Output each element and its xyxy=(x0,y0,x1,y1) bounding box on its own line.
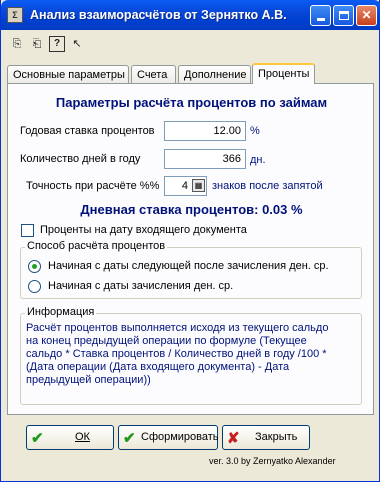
method-group-title: Способ расчёта процентов xyxy=(25,240,168,252)
info-line-3: сальдо * Ставка процентов / Количество д… xyxy=(26,348,327,360)
window-title: Анализ взаиморасчётов от Зернятко А.В. xyxy=(30,8,287,22)
panel-heading: Параметры расчёта процентов по займам xyxy=(55,95,328,110)
info-line-5: предыдущей операции)) xyxy=(26,374,151,386)
cross-icon: ✘ xyxy=(227,430,240,447)
days-in-year-label: Количество дней в году xyxy=(20,153,141,165)
precision-label: Точность при расчёте %% xyxy=(26,180,160,192)
interest-panel: Параметры расчёта процентов по займам Го… xyxy=(7,83,374,415)
info-line-2: на конец предыдущей операции по формуле … xyxy=(26,335,307,347)
method-option-next-day: Начиная с даты следующей после зачислени… xyxy=(48,260,329,272)
precision-picker-button[interactable]: ▦ xyxy=(192,179,205,192)
annual-rate-label: Годовая ставка процентов xyxy=(20,125,155,137)
checkmark-icon: ✔ xyxy=(123,430,136,447)
incoming-date-checkbox-label: Проценты на дату входящего документа xyxy=(40,224,247,236)
close-button[interactable]: ✘ Закрыть xyxy=(222,425,310,450)
version-label: ver. 3.0 by Zernyatko Alexander xyxy=(209,456,336,466)
load-settings-icon[interactable]: ⎘ xyxy=(9,36,25,52)
minimize-button[interactable] xyxy=(310,5,331,26)
tab-main-params[interactable]: Основные параметры xyxy=(7,65,129,83)
info-line-1: Расчёт процентов выполняется исходя из т… xyxy=(26,322,329,334)
main-window: Σ Анализ взаиморасчётов от Зернятко А.В.… xyxy=(0,0,380,482)
close-window-button[interactable]: ✕ xyxy=(356,5,377,26)
generate-button[interactable]: ✔ Сформировать xyxy=(118,425,219,450)
tab-interest[interactable]: Проценты xyxy=(252,63,315,84)
method-option-same-day: Начиная с даты зачисления ден. ср. xyxy=(48,280,234,292)
annual-rate-unit: % xyxy=(250,125,260,137)
checkmark-icon: ✔ xyxy=(31,430,44,447)
precision-unit: знаков после запятой xyxy=(212,180,323,192)
help-icon[interactable]: ? xyxy=(49,36,65,52)
title-bar[interactable]: Σ Анализ взаиморасчётов от Зернятко А.В.… xyxy=(1,0,380,30)
maximize-button[interactable] xyxy=(333,5,354,26)
incoming-date-checkbox[interactable] xyxy=(21,224,34,237)
ok-button[interactable]: ✔ ОК xyxy=(26,425,114,450)
tab-addition[interactable]: Дополнение xyxy=(178,65,251,83)
annual-rate-input[interactable]: 12.00 xyxy=(164,121,246,141)
context-help-icon[interactable]: ↖ xyxy=(69,36,85,52)
info-line-4: (Дата операции (Дата входящего документа… xyxy=(26,361,290,373)
app-icon: Σ xyxy=(7,7,23,23)
days-in-year-unit: дн. xyxy=(250,154,266,166)
daily-rate-text: Дневная ставка процентов: 0.03 % xyxy=(80,202,303,217)
days-in-year-input[interactable]: 366 xyxy=(164,149,246,169)
info-group-title: Информация xyxy=(25,306,97,318)
method-radio-next-day[interactable] xyxy=(28,260,41,273)
method-radio-same-day[interactable] xyxy=(28,280,41,293)
tab-accounts[interactable]: Счета xyxy=(131,65,176,83)
save-settings-icon[interactable]: ⎗ xyxy=(29,36,45,52)
